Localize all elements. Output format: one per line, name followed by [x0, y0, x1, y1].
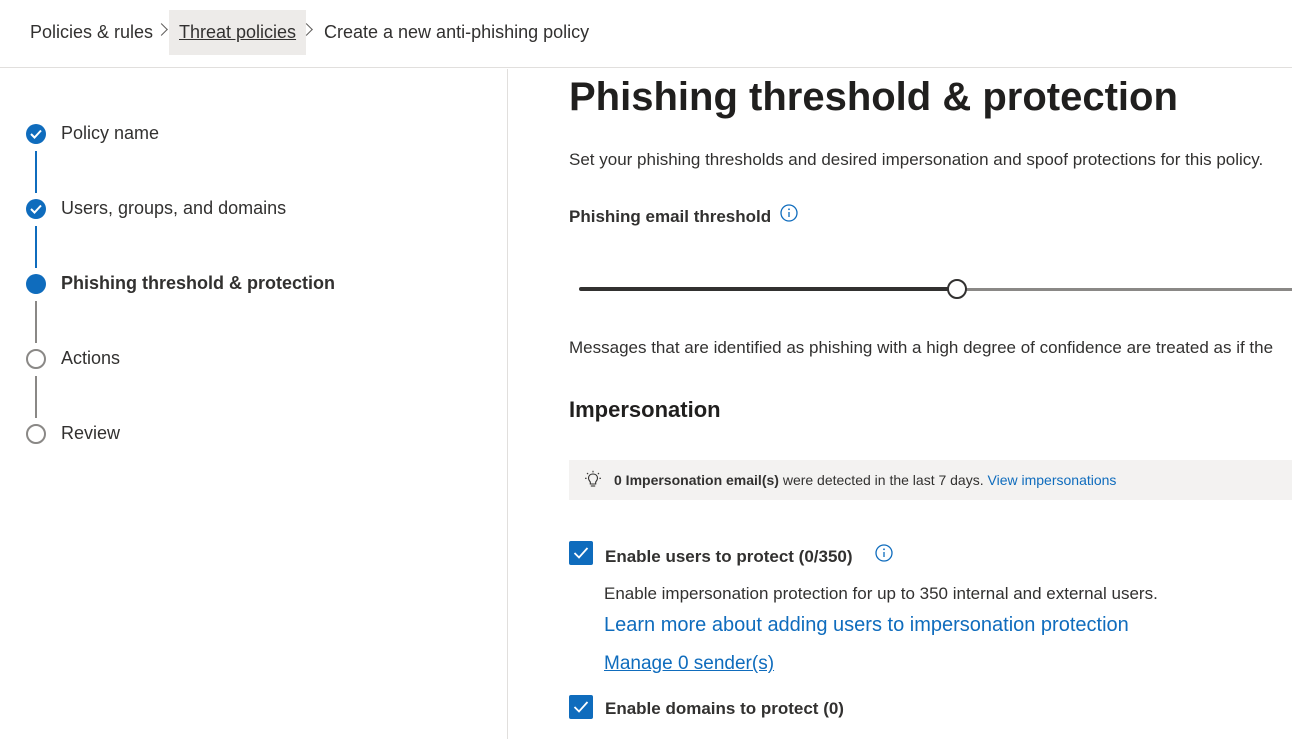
breadcrumb-current-page: Create a new anti-phishing policy	[324, 22, 590, 42]
page-title: Phishing threshold & protection	[569, 75, 1178, 119]
info-icon[interactable]	[780, 204, 798, 222]
pending-step-circle-icon	[26, 349, 46, 369]
impersonation-heading: Impersonation	[569, 397, 721, 422]
enable-users-description: Enable impersonation protection for up t…	[604, 584, 1158, 603]
enable-users-label: Enable users to protect (0/350)	[605, 547, 853, 566]
lightbulb-icon	[585, 470, 601, 487]
enable-domains-label: Enable domains to protect (0)	[605, 699, 844, 718]
step-connector	[35, 376, 37, 418]
threshold-label: Phishing email threshold	[569, 207, 772, 226]
wizard-step-label: Users, groups, and domains	[61, 198, 287, 218]
info-icon[interactable]	[875, 544, 893, 562]
banner-count: 0 Impersonation email(s)	[614, 472, 779, 488]
page-description: Set your phishing thresholds and desired…	[569, 150, 1264, 169]
slider-filled-track	[579, 287, 957, 291]
threshold-message: Messages that are identified as phishing…	[569, 338, 1274, 357]
main-content: Phishing threshold & protection Set your…	[569, 69, 1292, 739]
breadcrumb-policies-rules[interactable]: Policies & rules	[20, 10, 163, 55]
breadcrumb: Policies & rules Threat policies Create …	[0, 0, 1292, 68]
step-connector	[35, 151, 37, 193]
wizard-step-label: Phishing threshold & protection	[61, 273, 335, 293]
enable-users-checkbox[interactable]	[569, 541, 593, 565]
enable-domains-checkbox[interactable]	[569, 695, 593, 719]
current-step-dot-icon	[26, 274, 46, 294]
wizard-step-label: Review	[61, 423, 121, 443]
manage-senders-link[interactable]: Manage 0 sender(s)	[604, 653, 774, 675]
pending-step-circle-icon	[26, 424, 46, 444]
slider-thumb[interactable]	[947, 279, 967, 299]
impersonation-banner: 0 Impersonation email(s) were detected i…	[569, 460, 1292, 500]
step-connector	[35, 301, 37, 343]
breadcrumb-threat-policies[interactable]: Threat policies	[169, 10, 307, 55]
wizard-steps-panel: Policy name Users, groups, and domains P…	[0, 69, 508, 739]
learn-more-users-link[interactable]: Learn more about adding users to imperso…	[604, 614, 1129, 637]
step-connector	[35, 226, 37, 268]
banner-text: 0 Impersonation email(s) were detected i…	[614, 472, 1116, 488]
checkmark-icon	[26, 124, 46, 144]
wizard-step-label: Policy name	[61, 123, 160, 143]
wizard-step-label: Actions	[61, 348, 121, 368]
slider-track	[957, 288, 1292, 291]
checkmark-icon	[26, 199, 46, 219]
banner-message: were detected in the last 7 days.	[778, 472, 988, 488]
view-impersonations-link[interactable]: View impersonations	[988, 472, 1117, 488]
phishing-threshold-slider[interactable]	[579, 279, 1292, 301]
